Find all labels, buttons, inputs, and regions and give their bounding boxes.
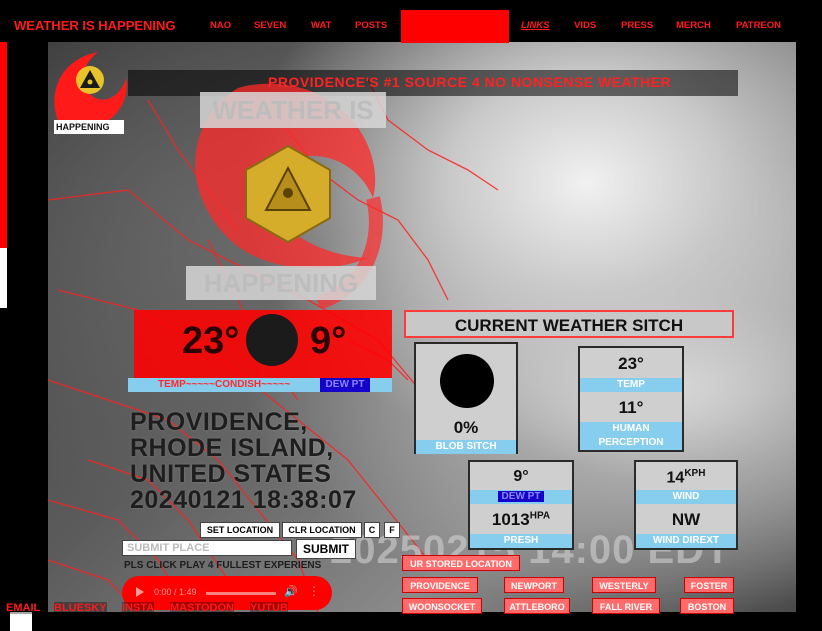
- left-white-strip: [0, 248, 7, 308]
- wind-direction-label: WIND DIREXT: [636, 534, 736, 548]
- city-button-woonsocket[interactable]: WOONSOCKET: [402, 598, 482, 614]
- blob-value: 0%: [453, 418, 479, 437]
- dew-value: 9°: [310, 320, 347, 362]
- nav-item-patreon[interactable]: PATREON: [736, 20, 781, 31]
- social-yutub[interactable]: YUTUB: [250, 602, 288, 614]
- nav-item-seven[interactable]: SEVEN: [254, 20, 286, 31]
- volume-icon[interactable]: 🔊: [284, 585, 298, 598]
- blob-icon: [440, 354, 494, 408]
- city-button-westerly[interactable]: WESTERLY: [592, 577, 656, 593]
- play-icon[interactable]: [136, 587, 144, 597]
- location-line-2: RHODE ISLAND,: [130, 434, 334, 462]
- nav-item-links[interactable]: LINKS: [521, 20, 550, 31]
- wind-direction-value: NW: [671, 510, 701, 529]
- logo-title-top: WEATHER IS: [200, 92, 386, 128]
- submit-button[interactable]: SUBMIT: [296, 539, 356, 559]
- temp-legend-label: TEMP~~~~~CONDISH~~~~~: [158, 379, 291, 390]
- temp-card: 23° TEMP 11° HUMAN PERCEPTION: [578, 346, 684, 452]
- pressure-unit: HPA: [529, 510, 551, 522]
- city-button-fall-river[interactable]: FALL RIVER: [592, 598, 660, 614]
- blob-card: 0% BLOB SITCH: [414, 342, 518, 454]
- social-email[interactable]: EMAIL: [6, 602, 41, 614]
- left-red-strip: [0, 30, 7, 248]
- nav-item-press[interactable]: PRESS: [621, 20, 653, 31]
- location-datetime: 20240121 18:38:07: [130, 486, 357, 514]
- condition-blob-icon: [246, 314, 298, 366]
- nav-item-merch[interactable]: MERCH: [676, 20, 711, 31]
- city-button-newport[interactable]: NEWPORT: [504, 577, 564, 593]
- nav-item-vids[interactable]: VIDS: [574, 20, 596, 31]
- small-logo-label: HAPPENING: [56, 122, 110, 132]
- dew-pres-card: 9° DEW PT 1013HPA PRESH: [468, 460, 574, 550]
- current-weather-header: CURRENT WEATHER SITCH: [404, 310, 734, 338]
- play-hint: PLS CLICK PLAY 4 FULLEST EXPERIENS: [124, 560, 322, 571]
- nav-red-block: [401, 10, 509, 43]
- fahrenheit-button[interactable]: F: [384, 522, 400, 538]
- nav-item-wat[interactable]: WAT: [311, 20, 331, 31]
- human-perception-value: 11°: [618, 398, 644, 417]
- more-options-icon[interactable]: ⋮: [308, 584, 320, 598]
- current-temp-label: TEMP: [580, 378, 682, 392]
- pressure-label: PRESH: [470, 534, 572, 548]
- location-line-1: PROVIDENCE,: [130, 408, 308, 436]
- city-button-foster[interactable]: FOSTER: [684, 577, 734, 593]
- location-line-3: UNITED STATES: [130, 460, 332, 488]
- city-button-attleboro[interactable]: ATTLEBORO: [504, 598, 570, 614]
- top-nav: WEATHER IS HAPPENING NAO SEVEN WAT POSTS…: [0, 10, 800, 43]
- pressure-value: 1013: [491, 510, 530, 529]
- wind-label: WIND: [636, 490, 736, 504]
- nav-item-nao[interactable]: NAO: [210, 20, 231, 31]
- city-button-providence[interactable]: PROVIDENCE: [402, 577, 478, 593]
- small-logo[interactable]: HAPPENING: [50, 48, 128, 136]
- stored-location-header: UR STORED LOCATION: [402, 555, 520, 571]
- nav-item-posts[interactable]: POSTS: [355, 20, 387, 31]
- city-button-boston[interactable]: BOSTON: [680, 598, 734, 614]
- bottom-white-block: [10, 612, 32, 631]
- celsius-button[interactable]: C: [364, 522, 380, 538]
- wind-unit: KPH: [684, 468, 706, 479]
- audio-progress-bar[interactable]: [206, 592, 276, 595]
- current-temp-value: 23°: [618, 354, 644, 373]
- nav-brand[interactable]: WEATHER IS HAPPENING: [14, 18, 176, 33]
- blob-label: BLOB SITCH: [416, 440, 516, 454]
- wind-value-row: 14KPH: [636, 468, 736, 487]
- temp-legend-dew: DEW PT: [320, 378, 370, 392]
- wind-card: 14KPH WIND NW WIND DIREXT: [634, 460, 738, 550]
- current-dew-value: 9°: [513, 468, 529, 485]
- audio-time: 0:00 / 1:49: [154, 587, 197, 597]
- social-insta[interactable]: INSTA: [122, 602, 155, 614]
- human-perception-label: HUMAN PERCEPTION: [580, 422, 682, 450]
- wind-value: 14: [666, 469, 685, 487]
- set-location-button[interactable]: SET LOCATION: [200, 522, 280, 538]
- submit-place-input[interactable]: SUBMIT PLACE: [122, 540, 292, 556]
- current-dew-label: DEW PT: [497, 491, 545, 502]
- social-bluesky[interactable]: BLUESKY: [54, 602, 107, 614]
- dew-label-row: DEW PT: [470, 490, 572, 504]
- pressure-value-row: 1013HPA: [470, 510, 572, 530]
- clr-location-button[interactable]: CLR LOCATION: [282, 522, 362, 538]
- logo-title-bottom: HAPPENING: [186, 266, 376, 300]
- social-mastodon[interactable]: MASTODON: [170, 602, 234, 614]
- temp-value: 23°: [182, 320, 240, 362]
- temp-legend: TEMP~~~~~CONDISH~~~~~ DEW PT: [128, 378, 392, 392]
